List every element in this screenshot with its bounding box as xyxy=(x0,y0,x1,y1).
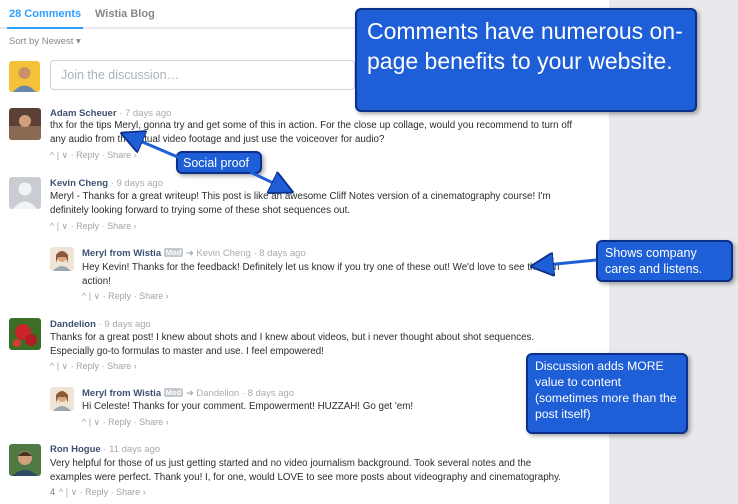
callout-company-cares: Shows company cares and listens. xyxy=(596,240,733,282)
sort-dropdown[interactable]: Sort by Newest ▾ xyxy=(9,36,81,47)
compose-input[interactable]: Join the discussion… xyxy=(50,60,355,90)
comment-author[interactable]: Adam Scheuer xyxy=(50,108,117,119)
comment-actions[interactable]: ^ | ∨ · Reply · Share › xyxy=(50,361,137,372)
callout-social-proof: Social proof xyxy=(176,151,262,174)
reply-header: Meryl from Wistia Mod ➜ Kevin Cheng · 8 … xyxy=(82,248,306,259)
avatar xyxy=(9,177,41,209)
callout-benefits: Comments have numerous on-page benefits … xyxy=(355,8,697,112)
comment-time: ➜ Dandelion · 8 days ago xyxy=(185,388,295,399)
mod-badge: Mod xyxy=(163,248,184,257)
tab-community[interactable]: Wistia Blog xyxy=(95,8,155,20)
callout-discussion-value: Discussion adds MORE value to content (s… xyxy=(526,353,688,434)
avatar xyxy=(9,108,41,140)
comment-actions[interactable]: ^ | ∨ · Reply · Share › xyxy=(50,150,137,161)
avatar xyxy=(50,247,74,271)
comment-author[interactable]: Ron Hogue xyxy=(50,444,101,455)
comment-header: Adam Scheuer · 7 days ago xyxy=(50,108,171,119)
comment-time: · 7 days ago xyxy=(119,108,172,119)
comment-header: Dandelion · 9 days ago xyxy=(50,319,151,330)
comment-body: Hey Kevin! Thanks for the feedback! Defi… xyxy=(82,262,560,287)
comment-author[interactable]: Meryl from Wistia xyxy=(82,248,161,259)
comment-body: Thanks for a great post! I knew about sh… xyxy=(50,332,535,357)
comment-actions[interactable]: ^ | ∨ · Reply · Share › xyxy=(82,291,169,302)
comment-header: Kevin Cheng · 9 days ago xyxy=(50,178,163,189)
comment-body: Hi Celeste! Thanks for your comment. Emp… xyxy=(82,401,414,412)
comment-time: · 9 days ago xyxy=(110,178,163,189)
current-user-avatar xyxy=(9,61,40,92)
comment-author[interactable]: Meryl from Wistia xyxy=(82,388,161,399)
comment-actions[interactable]: ^ | ∨ · Reply · Share › xyxy=(82,417,169,428)
vote-count: 4 xyxy=(50,487,56,497)
avatar xyxy=(50,387,74,411)
reply-header: Meryl from Wistia Mod ➜ Dandelion · 8 da… xyxy=(82,388,294,399)
comment-body: Very helpful for those of us just gettin… xyxy=(50,458,561,483)
comment-header: Ron Hogue · 11 days ago xyxy=(50,444,160,455)
comment-time: · 11 days ago xyxy=(103,444,161,455)
comment-author[interactable]: Dandelion xyxy=(50,319,96,330)
comment-actions[interactable]: ^ | ∨ · Reply · Share › xyxy=(50,221,137,232)
comment-time: ➜ Kevin Cheng · 8 days ago xyxy=(185,248,306,259)
mod-badge: Mod xyxy=(163,388,184,397)
comment-time: · 9 days ago xyxy=(98,319,151,330)
avatar xyxy=(9,318,41,350)
comment-body: thx for the tips Meryl, gonna try and ge… xyxy=(50,120,573,145)
comment-body: Meryl - Thanks for a great writeup! This… xyxy=(50,191,551,216)
arrow-to-kevin-comment xyxy=(249,170,288,190)
comment-actions[interactable]: 4 ^ | ∨ · Reply · Share › xyxy=(50,487,146,498)
avatar xyxy=(9,444,41,476)
tab-comments[interactable]: 28 Comments xyxy=(6,8,84,29)
comment-author[interactable]: Kevin Cheng xyxy=(50,178,108,189)
